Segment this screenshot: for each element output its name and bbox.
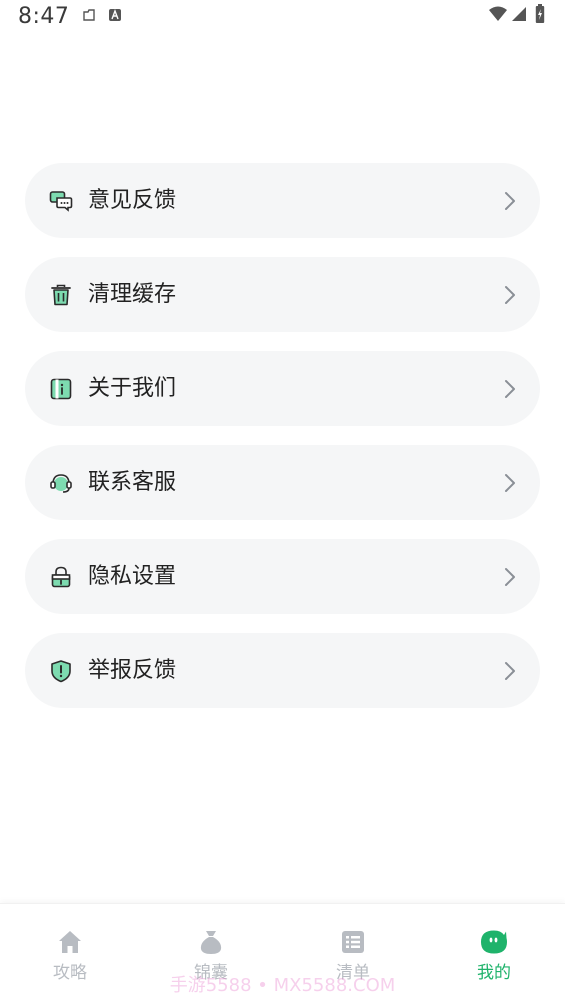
menu-item-clear-cache[interactable]: 清理缓存 [25, 257, 540, 332]
tab-label: 锦囊 [194, 963, 228, 983]
menu-item-label: 意见反馈 [88, 188, 177, 213]
headset-icon [50, 474, 72, 493]
menu-item-label: 清理缓存 [88, 282, 177, 307]
bottom-tab-bar: 攻略 锦囊 清单 我的 [0, 903, 565, 1005]
menu-item-label: 举报反馈 [88, 658, 177, 683]
chevron-right-icon [505, 286, 515, 304]
signal-icon [512, 7, 526, 21]
tab-checklist[interactable]: 清单 [303, 928, 403, 983]
shield-alert-icon [51, 660, 71, 683]
chevron-right-icon [505, 568, 515, 586]
tab-label: 清单 [336, 963, 370, 983]
status-bar: 8:47 [0, 0, 565, 34]
pouch-icon [200, 931, 222, 954]
chevron-right-icon [505, 662, 515, 680]
wifi-icon [489, 6, 507, 21]
menu-item-label: 联系客服 [88, 470, 177, 495]
feedback-chat-icon [49, 191, 73, 212]
tab-mine[interactable]: 我的 [444, 928, 544, 983]
app-a-icon [109, 9, 121, 21]
menu-item-label: 关于我们 [88, 376, 177, 401]
info-card-icon [50, 378, 72, 400]
tab-label: 攻略 [53, 963, 87, 983]
menu-item-feedback[interactable]: 意见反馈 [25, 163, 540, 238]
lock-icon [51, 566, 71, 588]
mine-face-icon [481, 930, 507, 954]
notification-tray-icon [83, 9, 95, 21]
status-time: 8:47 [18, 4, 70, 29]
tab-tips[interactable]: 锦囊 [161, 928, 261, 983]
chevron-right-icon [505, 192, 515, 210]
tab-label: 我的 [477, 963, 511, 983]
menu-item-customer-service[interactable]: 联系客服 [25, 445, 540, 520]
trash-icon [51, 284, 71, 306]
list-icon [342, 931, 364, 953]
menu-item-about-us[interactable]: 关于我们 [25, 351, 540, 426]
home-icon [59, 931, 81, 953]
settings-menu-list: 意见反馈 清理缓存 关于我们 联系客服 隐私设置 举报反馈 [25, 163, 540, 727]
battery-charging-icon [535, 4, 545, 23]
chevron-right-icon [505, 380, 515, 398]
menu-item-label: 隐私设置 [88, 564, 177, 589]
chevron-right-icon [505, 474, 515, 492]
menu-item-report-feedback[interactable]: 举报反馈 [25, 633, 540, 708]
tab-strategy[interactable]: 攻略 [20, 928, 120, 983]
menu-item-privacy-settings[interactable]: 隐私设置 [25, 539, 540, 614]
